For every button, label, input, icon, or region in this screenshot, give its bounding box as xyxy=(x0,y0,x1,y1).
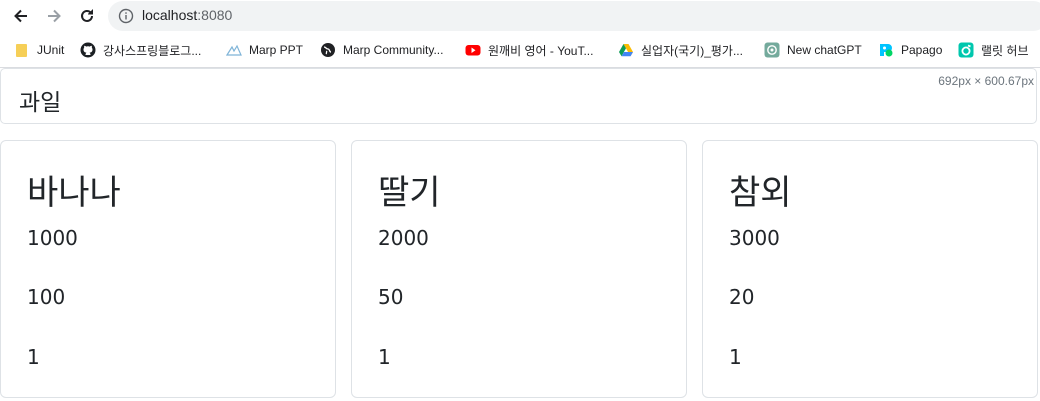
fruit-quantity: 20 xyxy=(729,285,755,309)
forward-button[interactable] xyxy=(41,3,67,29)
bookmark-youtube[interactable]: 원깨비 영어 - YouT... xyxy=(465,41,593,59)
fruit-value: 1 xyxy=(729,345,742,369)
chatgpt-icon xyxy=(764,42,780,58)
fruit-price: 2000 xyxy=(378,226,429,250)
back-button[interactable] xyxy=(8,3,34,29)
reload-button[interactable] xyxy=(74,3,100,29)
marp-icon xyxy=(226,44,242,56)
github-icon xyxy=(80,42,96,58)
papago-icon xyxy=(880,44,893,57)
url-text: localhost:8080 xyxy=(142,7,232,23)
fruit-card: 바나나 1000 100 1 xyxy=(0,140,336,398)
youtube-icon xyxy=(465,45,481,56)
bookmark-label: 랠릿 허브 xyxy=(981,43,1029,58)
category-header-card: 과일 xyxy=(0,68,1037,124)
fruit-quantity: 100 xyxy=(27,285,66,309)
url-port: :8080 xyxy=(197,7,233,23)
bookmark-rallit[interactable]: 랠릿 허브 xyxy=(958,41,1029,59)
fruit-name: 바나나 xyxy=(27,173,121,213)
bookmark-marp-community[interactable]: Marp Community... xyxy=(320,41,443,59)
fruit-card: 딸기 2000 50 1 xyxy=(351,140,687,398)
bookmark-label: Papago xyxy=(901,43,943,57)
bookmark-github[interactable]: 강사스프링블로그... xyxy=(80,41,201,59)
fruit-price: 1000 xyxy=(27,226,78,250)
rallit-icon xyxy=(958,42,974,58)
bookmark-junit[interactable]: JUnit xyxy=(14,41,64,59)
bookmark-chatgpt[interactable]: New chatGPT xyxy=(764,41,862,59)
back-arrow-icon xyxy=(14,9,27,23)
category-title: 과일 xyxy=(19,90,62,116)
fruit-card: 참외 3000 20 1 xyxy=(702,140,1038,398)
fruit-value: 1 xyxy=(378,345,391,369)
reload-icon xyxy=(81,9,93,22)
bookmark-label: 실업자(국기)_평가... xyxy=(641,43,743,58)
fruit-quantity: 50 xyxy=(378,285,404,309)
folder-icon xyxy=(16,44,27,57)
fruit-name: 참외 xyxy=(729,173,792,213)
browser-toolbar: localhost:8080 xyxy=(0,0,1040,33)
bookmark-label: 원깨비 영어 - YouT... xyxy=(488,43,594,58)
bookmark-papago[interactable]: Papago xyxy=(878,41,942,59)
fruit-value: 1 xyxy=(27,345,40,369)
globe-icon xyxy=(321,43,335,57)
element-size-tooltip: 692px × 600.67px xyxy=(938,74,1034,88)
page-viewport: 과일 692px × 600.67px 바나나 1000 100 1 딸기 20… xyxy=(0,68,1040,401)
bookmark-label: Marp PPT xyxy=(249,43,304,57)
bookmark-label: Marp Community... xyxy=(343,43,444,57)
bookmarks-bar: JUnit 강사스프링블로그... Marp PPT Marp Communit… xyxy=(0,33,1040,68)
fruit-price: 3000 xyxy=(729,226,780,250)
bookmark-google-drive[interactable]: 실업자(국기)_평가... xyxy=(618,41,743,59)
bookmark-marp-ppt[interactable]: Marp PPT xyxy=(226,41,303,59)
forward-arrow-icon xyxy=(48,9,61,23)
info-icon[interactable] xyxy=(118,8,134,24)
bookmark-label: 강사스프링블로그... xyxy=(103,43,202,58)
fruit-name: 딸기 xyxy=(378,173,441,213)
google-drive-icon xyxy=(619,44,633,57)
address-bar[interactable]: localhost:8080 xyxy=(108,1,1040,31)
bookmark-label: JUnit xyxy=(37,43,65,57)
bookmark-label: New chatGPT xyxy=(787,43,862,57)
url-host: localhost xyxy=(142,7,198,23)
